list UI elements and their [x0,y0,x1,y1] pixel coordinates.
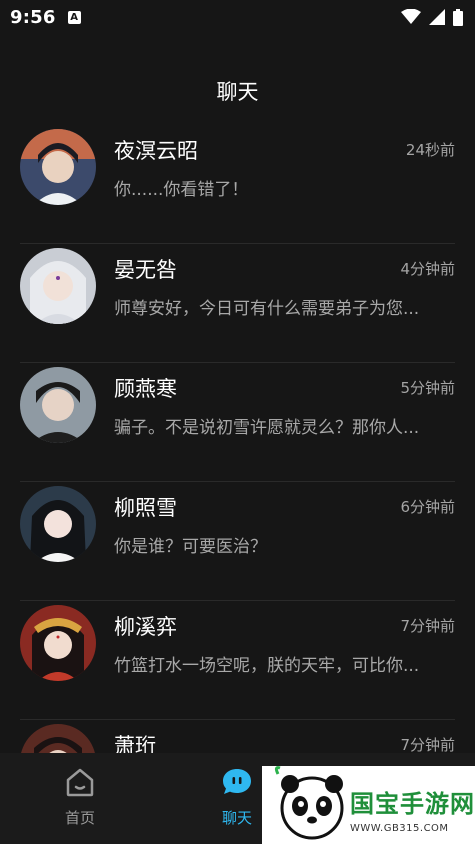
tab-home-label: 首页 [64,809,95,827]
chat-name: 顾燕寒 [114,377,177,401]
avatar [20,367,96,443]
chat-time: 4分钟前 [400,260,455,278]
chat-name: 萧珩 [114,734,156,753]
page-header: 聊天 [0,68,475,114]
chat-time: 7分钟前 [400,736,455,753]
wifi-icon [401,9,421,24]
chat-item[interactable]: 柳溪弈 7分钟前 竹篮打水一场空呢，朕的天牢，可比你... [0,601,475,720]
chat-preview: 你......你看错了！ [114,180,249,200]
chat-item[interactable]: 柳照雪 6分钟前 你是谁？可要医治？ [0,482,475,601]
avatar [20,605,96,681]
chat-item[interactable]: 夜溟云昭 24秒前 你......你看错了！ [0,125,475,244]
chat-name: 柳溪弈 [114,615,177,639]
chat-item[interactable]: 晏无咎 4分钟前 师尊安好，今日可有什么需要弟子为您... [0,244,475,363]
avatar [20,248,96,324]
chat-item[interactable]: 萧珩 7分钟前 [0,720,475,753]
watermark: 国宝手游网 WWW.GB315.COM [262,766,475,844]
chat-name: 柳照雪 [114,496,177,520]
chat-bubble-icon [223,769,251,794]
watermark-title: 国宝手游网 [350,790,475,818]
avatar [20,486,96,562]
chat-time: 7分钟前 [400,617,455,635]
chat-time: 24秒前 [405,141,455,159]
chat-preview: 竹篮打水一场空呢，朕的天牢，可比你... [114,656,420,676]
chat-list[interactable]: 夜溟云昭 24秒前 你......你看错了！ 晏无咎 4分钟前 师尊安好，今日可… [0,125,475,753]
signal-icon [429,9,445,25]
battery-icon [453,8,463,26]
avatar [20,724,96,753]
avatar [20,129,96,205]
chat-name: 夜溟云昭 [114,139,198,163]
chat-preview: 你是谁？可要医治？ [114,537,267,557]
chat-preview: 师尊安好，今日可有什么需要弟子为您... [114,299,420,319]
home-icon [66,768,94,797]
chat-preview: 骗子。不是说初雪许愿就灵么？那你人... [114,418,420,438]
chat-item[interactable]: 顾燕寒 5分钟前 骗子。不是说初雪许愿就灵么？那你人... [0,363,475,482]
chat-time: 5分钟前 [400,379,455,397]
panda-logo-icon [274,766,344,840]
notification-app-icon: A [67,10,81,24]
watermark-url: WWW.GB315.COM [350,823,449,834]
status-time: 9:56 [10,6,56,28]
tab-home[interactable]: 首页 [40,767,120,828]
chat-time: 6分钟前 [400,498,455,516]
chat-name: 晏无咎 [114,258,177,282]
page-title: 聊天 [216,80,259,104]
status-bar: 9:56 A [0,0,475,34]
